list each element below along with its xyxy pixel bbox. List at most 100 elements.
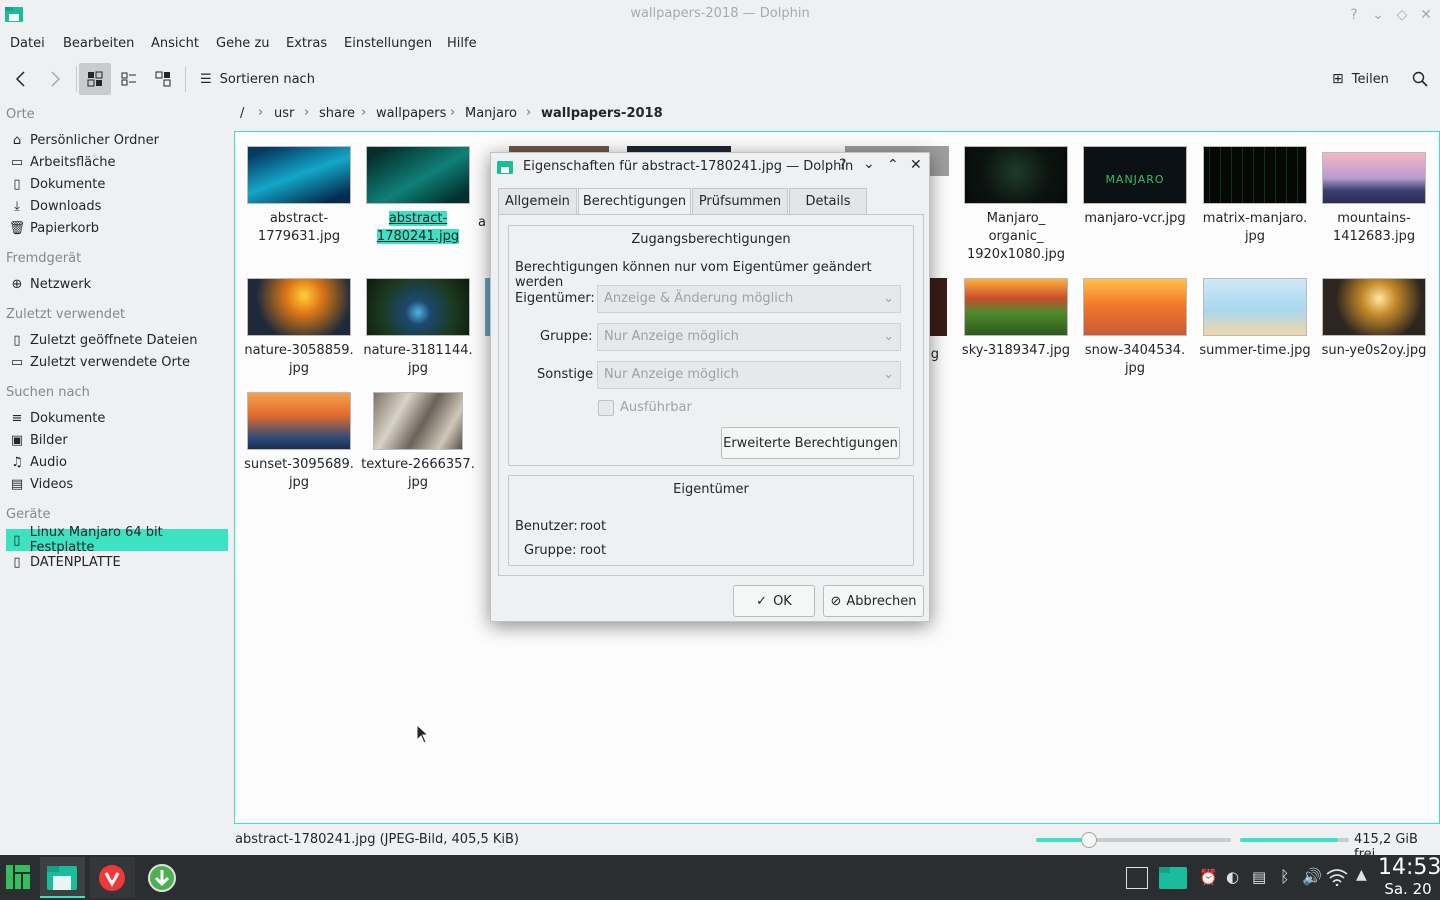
- file-tile[interactable]: texture-2666357. jpg: [358, 392, 478, 492]
- file-tile-selected[interactable]: abstract- 1780241.jpg: [358, 146, 478, 246]
- crumb-wallpapers[interactable]: wallpapers: [376, 106, 446, 121]
- clock-date[interactable]: Sa. 20: [1378, 880, 1438, 898]
- wifi-icon[interactable]: [1326, 868, 1348, 886]
- zoom-slider-handle[interactable]: [1080, 832, 1097, 848]
- thumbnail-logo-text: MANJARO: [1105, 173, 1165, 186]
- crumb-share[interactable]: share: [319, 106, 355, 121]
- sidebar-item-documents[interactable]: ▯ Dokumente: [6, 173, 228, 195]
- file-tile[interactable]: summer-time.jpg: [1195, 278, 1315, 360]
- chevron-right-icon: ›: [304, 105, 310, 120]
- file-tile[interactable]: mountains- 1412683.jpg: [1314, 146, 1434, 246]
- chevron-down-icon: ⌄: [883, 329, 894, 344]
- chevron-right-icon: ›: [258, 105, 264, 120]
- file-tile[interactable]: Manjaro_ organic_ 1920x1080.jpg: [956, 146, 1076, 264]
- menu-bearbeiten[interactable]: Bearbeiten: [63, 36, 134, 51]
- sidebar-item-home[interactable]: ⌂ Persönlicher Ordner: [6, 129, 228, 151]
- menu-hilfe[interactable]: Hilfe: [447, 36, 477, 51]
- sidebar-item-recent-places[interactable]: ▭ Zuletzt verwendete Orte: [6, 351, 228, 373]
- help-icon[interactable]: ?: [839, 157, 846, 173]
- bluetooth-icon[interactable]: ᛒ: [1280, 867, 1290, 886]
- menu-ansicht[interactable]: Ansicht: [151, 36, 199, 51]
- task-downloader[interactable]: [140, 857, 185, 898]
- tree-view-icon: [155, 71, 171, 87]
- split-button[interactable]: ⊞ Teilen: [1332, 63, 1400, 95]
- owner-permission-select[interactable]: Anzeige & Änderung möglich ⌄: [597, 285, 901, 313]
- menu-datei[interactable]: Datei: [10, 36, 45, 51]
- sidebar-item-videos[interactable]: ▤ Videos: [6, 473, 228, 495]
- sidebar-item-recent-files[interactable]: ▯ Zuletzt geöffnete Dateien: [6, 329, 228, 351]
- sidebar-item-trash[interactable]: 🗑 Papierkorb: [6, 217, 228, 239]
- executable-checkbox[interactable]: [598, 400, 614, 416]
- tab-pruefsummen[interactable]: Prüfsummen: [692, 188, 788, 215]
- compact-view-button[interactable]: [113, 63, 145, 95]
- status-bar: abstract-1780241.jpg (JPEG-Bild, 405,5 K…: [234, 830, 1440, 862]
- manjaro-menu-icon[interactable]: [6, 865, 30, 889]
- group-permission-select[interactable]: Nur Anzeige möglich ⌄: [597, 323, 901, 351]
- file-tile[interactable]: nature-3058859. jpg: [239, 278, 359, 378]
- crumb-manjaro[interactable]: Manjaro: [465, 106, 517, 121]
- file-tile[interactable]: abstract- 1779631.jpg: [239, 146, 359, 246]
- sidebar-item-network[interactable]: ⊕ Netzwerk: [6, 273, 228, 295]
- volume-icon[interactable]: 🔊: [1302, 867, 1322, 886]
- task-dolphin[interactable]: [40, 857, 85, 898]
- close-icon[interactable]: ✕: [910, 157, 922, 173]
- sort-button[interactable]: ☰ Sortieren nach: [196, 63, 318, 95]
- sidebar-item-downloads[interactable]: ⤓ Downloads: [6, 195, 228, 217]
- file-tile[interactable]: MANJARO manjaro-vcr.jpg: [1075, 146, 1195, 228]
- maximize-icon[interactable]: ⌃: [887, 157, 899, 173]
- menu-gehe-zu[interactable]: Gehe zu: [216, 36, 270, 51]
- sidebar-item-linux-disk[interactable]: ▯ Linux Manjaro 64 bit Festplatte: [6, 525, 228, 555]
- maximize-icon[interactable]: ◇: [1392, 5, 1412, 25]
- notifications-icon[interactable]: ⏰: [1199, 868, 1218, 886]
- sidebar-item-label: Arbeitsfläche: [30, 154, 116, 170]
- file-tile[interactable]: a: [478, 146, 490, 232]
- crumb-usr[interactable]: usr: [274, 106, 294, 121]
- crumb-root[interactable]: /: [240, 106, 244, 121]
- group-title: Eigentümer: [673, 482, 749, 497]
- breadcrumb: / › usr › share › wallpapers › Manjaro ›…: [234, 100, 1440, 128]
- dialog-title: Eigenschaften für abstract-1780241.jpg —…: [523, 159, 854, 174]
- sidebar-item-search-documents[interactable]: ≡ Dokumente: [6, 407, 228, 429]
- sort-label: Sortieren nach: [219, 71, 315, 87]
- details-view-button[interactable]: [147, 63, 179, 95]
- thumbnail: [247, 392, 351, 450]
- advanced-permissions-button[interactable]: Erweiterte Berechtigungen: [721, 427, 900, 459]
- help-icon[interactable]: ?: [1344, 5, 1364, 25]
- crumb-current[interactable]: wallpapers-2018: [541, 106, 663, 121]
- sidebar-item-desktop[interactable]: ▭ Arbeitsfläche: [6, 151, 228, 173]
- back-button[interactable]: [6, 63, 36, 95]
- tab-allgemein[interactable]: Allgemein: [498, 188, 577, 215]
- file-tile[interactable]: sunset-3095689. jpg: [239, 392, 359, 492]
- close-icon[interactable]: ✕: [1416, 5, 1436, 25]
- clock-time[interactable]: 14:53: [1378, 855, 1440, 881]
- file-tile[interactable]: sun-ye0s2oy.jpg: [1314, 278, 1434, 360]
- menu-extras[interactable]: Extras: [286, 36, 327, 51]
- cancel-button[interactable]: ⊘ Abbrechen: [823, 585, 924, 617]
- clipboard-icon[interactable]: ▤: [1252, 868, 1266, 886]
- tab-details[interactable]: Details: [789, 188, 867, 215]
- tab-berechtigungen[interactable]: Berechtigungen: [578, 188, 691, 215]
- forward-button[interactable]: [40, 63, 70, 95]
- minimize-icon[interactable]: ⌄: [863, 156, 875, 172]
- search-button[interactable]: [1405, 63, 1435, 95]
- other-permission-select[interactable]: Nur Anzeige möglich ⌄: [597, 361, 901, 389]
- sidebar-item-label: Persönlicher Ordner: [30, 132, 159, 148]
- cancel-icon: ⊘: [830, 593, 842, 609]
- sidebar-item-images[interactable]: ▣ Bilder: [6, 429, 228, 451]
- menu-einstellungen[interactable]: Einstellungen: [344, 36, 432, 51]
- updates-icon[interactable]: ◐: [1226, 868, 1239, 886]
- ok-button[interactable]: ✓ OK: [733, 585, 815, 617]
- icons-view-button[interactable]: [79, 63, 111, 95]
- file-tile[interactable]: sky-3189347.jpg: [956, 278, 1076, 360]
- file-tile[interactable]: snow-3404534. jpg: [1075, 278, 1195, 378]
- show-desktop-icon[interactable]: [1126, 867, 1148, 889]
- zoom-slider[interactable]: [1036, 832, 1231, 848]
- folder-widget-icon[interactable]: [1158, 864, 1188, 890]
- sidebar-item-audio[interactable]: ♫ Audio: [6, 451, 228, 473]
- expand-tray-icon[interactable]: ▲: [1356, 867, 1367, 883]
- minimize-icon[interactable]: ⌄: [1368, 5, 1388, 25]
- task-vivaldi[interactable]: [90, 857, 135, 898]
- file-tile[interactable]: nature-3181144. jpg: [358, 278, 478, 378]
- sidebar-item-datenplatte[interactable]: ▯ DATENPLATTE: [6, 551, 228, 573]
- file-tile[interactable]: matrix-manjaro. jpg: [1195, 146, 1315, 246]
